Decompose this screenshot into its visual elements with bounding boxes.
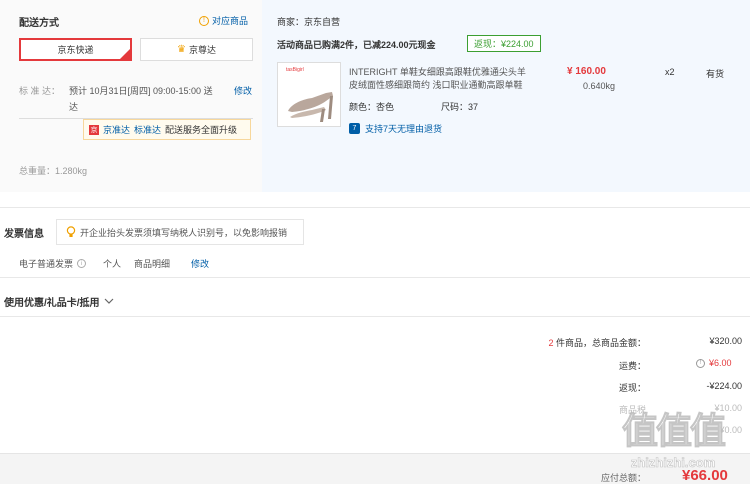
divider <box>0 207 750 208</box>
delivery-time: 预计 10月31日[周四] 09:00-15:00 送 <box>69 86 213 96</box>
invoice-person: 个人 <box>103 259 122 269</box>
shipping-option-label: 京东快递 <box>57 45 94 55</box>
product-stock: 有货 <box>706 69 725 79</box>
service-value: ¥0.00 <box>719 425 742 435</box>
rebate-label: 返现： <box>618 383 646 393</box>
product-color: 颜色：杏色 <box>349 102 395 112</box>
shipping-option-label: 京尊达 <box>188 45 216 55</box>
invoice-detail: 商品明细 <box>134 259 171 269</box>
jd-logo-icon: 京 <box>89 124 99 135</box>
divider <box>0 316 750 317</box>
corresponding-goods-label: 对应商品 <box>212 16 249 26</box>
rebate-value: -¥224.00 <box>706 381 742 391</box>
upgrade-banner: 京 京准达 标准达 配送服务全面升级 <box>83 119 251 140</box>
shipping-title: 配送方式 <box>19 18 59 29</box>
coupon-title: 使用优惠/礼品卡/抵用 <box>4 298 100 309</box>
summary-count-text: 件商品，总商品金额： <box>555 338 646 348</box>
tax-value: ¥10.00 <box>714 403 742 413</box>
return-policy[interactable]: 7 支持7天无理由退货 <box>349 122 442 135</box>
product-title-line2: 皮绒面性感细跟简约 浅口职业通勤高跟单鞋 <box>349 80 523 90</box>
upgrade-badge: 京准达 <box>103 125 131 135</box>
invoice-tip: 开企业抬头发票须填写纳税人识别号，以免影响报销 <box>56 219 304 245</box>
product-title-line1: INTERIGHT 单鞋女细跟高跟鞋优雅通尖头羊 <box>349 67 526 77</box>
freight-row: ! ¥6.00 <box>696 358 732 368</box>
summary-count: 2 <box>548 338 554 348</box>
modify-invoice-link[interactable]: 修改 <box>191 257 209 270</box>
lightbulb-icon <box>66 226 76 237</box>
product-qty: x2 <box>665 67 675 77</box>
product-title-link[interactable]: INTERIGHT 单鞋女细跟高跟鞋优雅通尖头羊 皮绒面性感细跟简约 浅口职业通… <box>349 66 539 92</box>
info-icon: ! <box>199 15 209 26</box>
pay-bar: 应付总额： ¥66.00 <box>0 453 750 484</box>
pay-label: 应付总额： <box>600 473 646 483</box>
corresponding-goods-link[interactable]: ! 对应商品 <box>199 14 248 27</box>
chevron-down-icon <box>104 298 113 304</box>
promo-text: 活动商品已购满2件，已减224.00元现金 <box>277 40 436 50</box>
shoe-icon <box>288 92 333 122</box>
pay-total: ¥66.00 <box>682 467 728 484</box>
shipping-option-jd-premium[interactable]: ♛ 京尊达 <box>140 38 253 61</box>
crown-icon: ♛ <box>177 44 186 55</box>
upgrade-text: 配送服务全面升级 <box>165 125 238 135</box>
invoice-details: 电子普通发票 i 个人 商品明细 修改 <box>19 257 209 270</box>
summary-count-row: 2 件商品，总商品金额： <box>520 336 646 349</box>
summary-total: ¥320.00 <box>709 336 742 346</box>
invoice-tip-text: 开企业抬头发票须填写纳税人识别号，以免影响报销 <box>80 227 288 238</box>
product-price: ¥ 160.00 <box>567 66 606 77</box>
shipping-option-jd-express[interactable]: 京东快递 <box>19 38 132 61</box>
total-weight: 总重量：1.280kg <box>19 166 88 176</box>
help-icon[interactable]: i <box>77 259 87 268</box>
invoice-title: 发票信息 <box>4 229 44 240</box>
product-weight: 0.640kg <box>583 81 616 91</box>
freight-value: ¥6.00 <box>709 358 732 368</box>
selected-corner-icon <box>120 49 130 59</box>
product-image[interactable]: tasBigirl <box>277 62 341 127</box>
merchant-name: 商家：京东自营 <box>277 17 341 27</box>
coupon-toggle[interactable]: 使用优惠/礼品卡/抵用 <box>4 294 114 309</box>
freight-label: 运费： <box>618 361 646 371</box>
return-icon: 7 <box>349 123 360 134</box>
order-panel: 商家：京东自营 活动商品已购满2件，已减224.00元现金 返现：¥224.00… <box>262 0 750 192</box>
delivery-label: 标 准 达： <box>19 86 61 96</box>
upgrade-standard: 标准达 <box>134 125 162 135</box>
delivery-time-cont: 达 <box>69 102 79 112</box>
freight-info-icon[interactable]: ! <box>696 358 705 368</box>
divider <box>0 277 750 278</box>
shipping-panel: 配送方式 ! 对应商品 京东快递 ♛ 京尊达 标 准 达： 预计 10月31日[… <box>0 0 262 192</box>
tax-label: 商品税 <box>618 405 646 415</box>
invoice-type: 电子普通发票 <box>19 259 74 269</box>
product-size: 尺码：37 <box>441 102 479 112</box>
product-image-brand: tasBigirl <box>286 67 304 73</box>
modify-delivery-link[interactable]: 修改 <box>234 84 252 97</box>
promo-badge: 返现：¥224.00 <box>467 35 541 52</box>
return-policy-label: 支持7天无理由退货 <box>365 124 443 134</box>
